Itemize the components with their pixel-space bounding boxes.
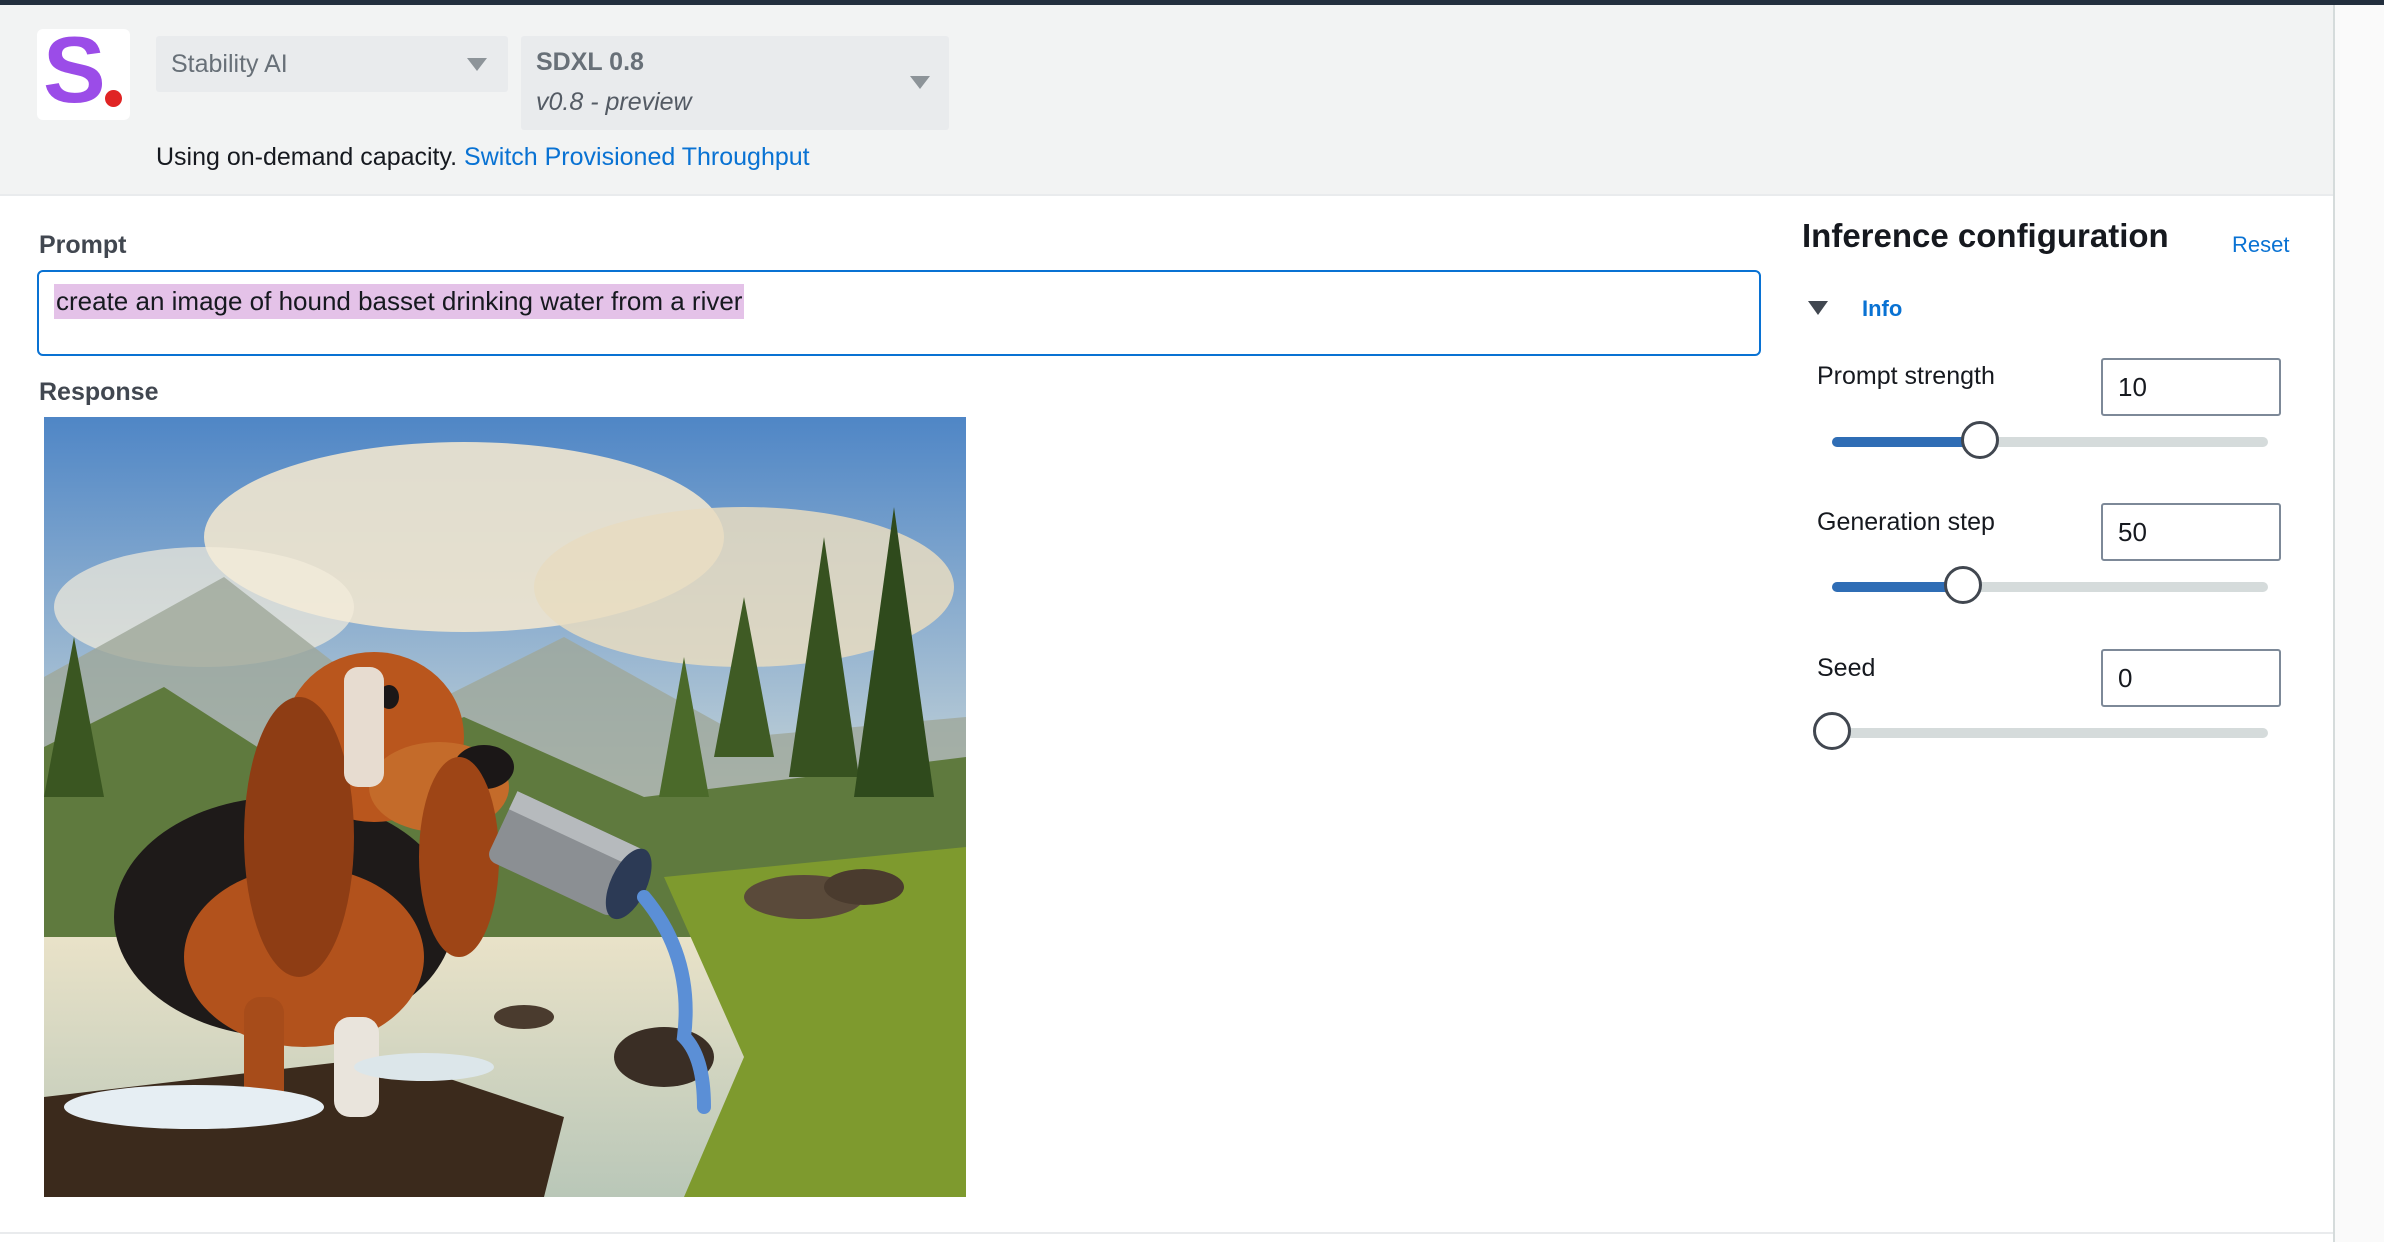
- model-name: SDXL 0.8: [536, 48, 644, 76]
- slider-thumb[interactable]: [1961, 421, 1999, 459]
- model-select[interactable]: SDXL 0.8 v0.8 - preview: [521, 36, 949, 130]
- prompt-textarea[interactable]: create an image of hound basset drinking…: [37, 270, 1761, 356]
- caret-down-icon: [910, 76, 930, 89]
- capacity-text: Using on-demand capacity.: [156, 143, 458, 171]
- provider-select-value: Stability AI: [171, 50, 288, 78]
- model-version: v0.8 - preview: [536, 88, 692, 116]
- generation-step-slider[interactable]: [1832, 566, 2268, 604]
- info-label: Info: [1862, 296, 1903, 321]
- seed-slider[interactable]: [1813, 712, 2268, 750]
- prompt-label: Prompt: [39, 231, 127, 259]
- slider-thumb[interactable]: [1944, 566, 1982, 604]
- switch-provisioned-throughput-link[interactable]: Switch Provisioned Throughput: [464, 143, 810, 171]
- model-selector-header: S Stability AI SDXL 0.8 v0.8 - preview U…: [0, 5, 2333, 196]
- slider-track: [1832, 728, 2268, 738]
- response-label: Response: [39, 378, 159, 406]
- generation-step-label: Generation step: [1817, 508, 1995, 536]
- provider-select[interactable]: Stability AI: [156, 36, 508, 92]
- bottom-divider: [0, 1232, 2333, 1234]
- caret-down-icon: [467, 58, 487, 71]
- stability-logo: S: [37, 23, 130, 120]
- logo-letter: S: [43, 17, 106, 122]
- generation-step-input[interactable]: [2101, 503, 2281, 561]
- prompt-strength-label: Prompt strength: [1817, 362, 1995, 390]
- capacity-line: Using on-demand capacity. Switch Provisi…: [156, 143, 810, 172]
- slider-fill: [1832, 437, 1980, 447]
- seed-label: Seed: [1817, 654, 1876, 682]
- prompt-strength-input[interactable]: [2101, 358, 2281, 416]
- prompt-strength-slider[interactable]: [1832, 421, 2268, 459]
- reset-link[interactable]: Reset: [2232, 232, 2289, 258]
- generated-image: [44, 417, 966, 1197]
- inference-config-title: Inference configuration: [1802, 217, 2169, 254]
- logo-dot: [105, 90, 122, 107]
- prompt-text: create an image of hound basset drinking…: [54, 284, 745, 319]
- slider-thumb[interactable]: [1813, 712, 1851, 750]
- caret-down-icon: [1808, 301, 1828, 315]
- right-gutter: [2335, 5, 2384, 1242]
- seed-input[interactable]: [2101, 649, 2281, 707]
